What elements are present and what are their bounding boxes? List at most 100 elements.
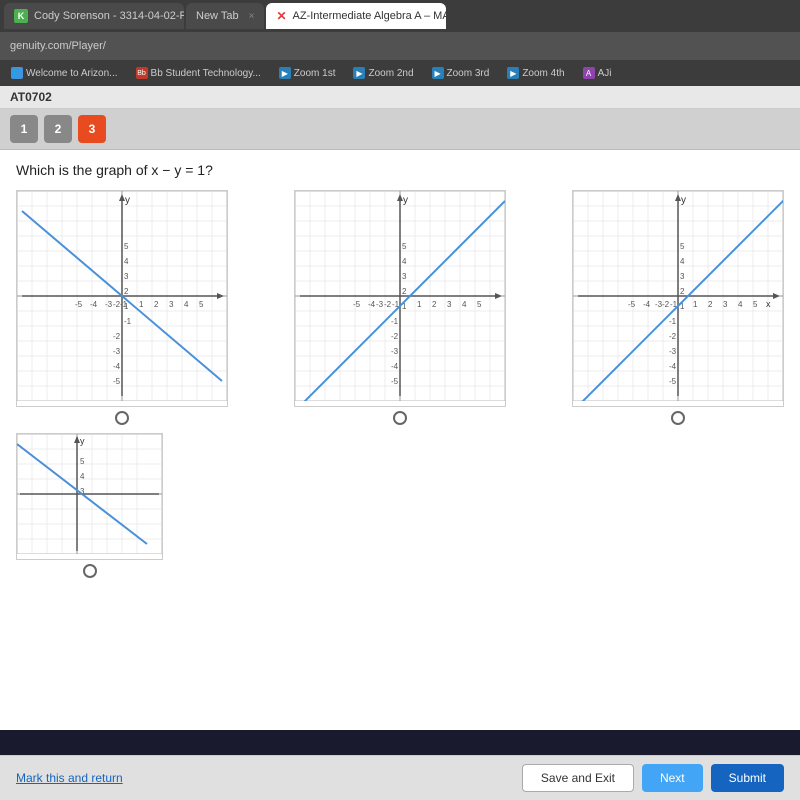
svg-text:5: 5 [402,242,407,251]
svg-text:3: 3 [723,300,728,309]
graphs-bottom-row: y 5 4 3 [16,433,784,578]
mark-link[interactable]: Mark this and return [16,771,123,785]
bookmark-aj-icon: A [583,67,595,79]
radio-b[interactable] [393,411,407,425]
bookmark-welcome-icon: 🌐 [11,67,23,79]
graph-d-svg: y 5 4 3 [17,434,162,554]
svg-text:x: x [766,299,771,309]
radio-c[interactable] [671,411,685,425]
svg-text:-1: -1 [120,300,128,309]
bookmark-zoom3-label: Zoom 3rd [447,68,490,79]
svg-text:2: 2 [402,287,407,296]
svg-text:2: 2 [708,300,713,309]
radio-d[interactable] [83,564,97,578]
svg-text:5: 5 [753,300,758,309]
bookmark-zoom4-icon: ▶ [507,67,519,79]
svg-text:-2: -2 [384,300,392,309]
nav-btn-3[interactable]: 3 [78,115,106,143]
footer-bar: Mark this and return Save and Exit Next … [0,755,800,800]
svg-text:y: y [125,195,130,206]
svg-text:-1: -1 [669,317,677,326]
radio-a[interactable] [115,411,129,425]
svg-text:y: y [80,436,85,446]
svg-text:4: 4 [462,300,467,309]
submit-button[interactable]: Submit [711,764,784,792]
svg-text:4: 4 [738,300,743,309]
svg-text:-4: -4 [643,300,651,309]
tab-3-label: AZ-Intermediate Algebra A – MA [293,10,447,22]
bookmark-zoom1-label: Zoom 1st [294,68,336,79]
bookmark-welcome-label: Welcome to Arizon... [26,68,118,79]
bookmark-zoom4-label: Zoom 4th [522,68,564,79]
page-id: AT0702 [10,90,52,104]
graph-d-container: y 5 4 3 [16,433,163,560]
svg-text:-2: -2 [113,332,121,341]
browser-chrome: K Cody Sorenson - 3314-04-02-Fisc × New … [0,0,800,86]
svg-text:2: 2 [124,287,129,296]
nav-btn-2[interactable]: 2 [44,115,72,143]
svg-text:y: y [681,195,686,206]
question-content: Which is the graph of x − y = 1? [0,150,800,730]
graph-b-svg: y 5 4 3 2 1 -1 -2 -3 -4 -5 -5 -4 -3 [295,191,505,401]
bookmark-aj-label: AJi [598,68,612,79]
tab-bar: K Cody Sorenson - 3314-04-02-Fisc × New … [0,0,800,32]
tab-1-label: Cody Sorenson - 3314-04-02-Fisc [34,10,184,22]
svg-text:5: 5 [199,300,204,309]
bookmark-zoom3[interactable]: ▶ Zoom 3rd [427,65,495,81]
nav-btn-1[interactable]: 1 [10,115,38,143]
bookmark-aj[interactable]: A AJi [578,65,617,81]
question-nav: 1 2 3 [0,109,800,150]
bookmark-zoom4[interactable]: ▶ Zoom 4th [502,65,569,81]
svg-text:-4: -4 [669,362,677,371]
svg-text:-3: -3 [669,347,677,356]
graph-option-d: y 5 4 3 [16,433,163,578]
svg-text:-3: -3 [376,300,384,309]
svg-text:3: 3 [402,272,407,281]
svg-text:5: 5 [124,242,129,251]
svg-text:2: 2 [154,300,159,309]
svg-text:5: 5 [80,457,85,466]
graph-c-svg: y x 5 4 3 2 1 -1 -2 -3 -4 -5 -5 -4 [573,191,783,401]
svg-text:3: 3 [169,300,174,309]
svg-text:3: 3 [447,300,452,309]
svg-text:-1: -1 [391,317,399,326]
svg-text:1: 1 [693,300,698,309]
svg-text:-3: -3 [105,300,113,309]
graph-option-b: y 5 4 3 2 1 -1 -2 -3 -4 -5 -5 -4 -3 [294,190,506,425]
tab-1[interactable]: K Cody Sorenson - 3314-04-02-Fisc × [4,3,184,29]
tab-3[interactable]: ✕ AZ-Intermediate Algebra A – MA × [266,3,446,29]
svg-text:-5: -5 [75,300,83,309]
svg-text:4: 4 [80,472,85,481]
tab-2-label: New Tab [196,10,239,22]
next-button[interactable]: Next [642,764,703,792]
bookmark-zoom3-icon: ▶ [432,67,444,79]
address-bar[interactable]: genuity.com/Player/ [0,32,800,60]
footer-buttons: Save and Exit Next Submit [522,764,784,792]
graph-option-c: y x 5 4 3 2 1 -1 -2 -3 -4 -5 -5 -4 [572,190,784,425]
bookmark-welcome[interactable]: 🌐 Welcome to Arizon... [6,65,123,81]
tab-2-close[interactable]: × [249,11,255,22]
bookmark-bb-label: Bb Student Technology... [151,68,261,79]
graph-a-container: y 5 4 3 2 1 -1 -2 -3 -4 -5 -5 [16,190,228,407]
bookmark-zoom2-icon: ▶ [353,67,365,79]
bookmark-bb[interactable]: Bb Bb Student Technology... [131,65,266,81]
svg-text:5: 5 [477,300,482,309]
svg-text:-2: -2 [391,332,399,341]
tab-icon-x: ✕ [276,9,286,23]
graphs-top-row: y 5 4 3 2 1 -1 -2 -3 -4 -5 -5 [16,190,784,425]
page-id-bar: AT0702 [0,86,800,109]
svg-text:3: 3 [680,272,685,281]
svg-text:5: 5 [680,242,685,251]
svg-text:-3: -3 [391,347,399,356]
svg-text:-5: -5 [669,377,677,386]
bookmark-zoom2[interactable]: ▶ Zoom 2nd [348,65,418,81]
graph-c-container: y x 5 4 3 2 1 -1 -2 -3 -4 -5 -5 -4 [572,190,784,407]
svg-text:-5: -5 [628,300,636,309]
tab-icon-k: K [14,9,28,23]
save-exit-button[interactable]: Save and Exit [522,764,634,792]
bookmark-zoom1[interactable]: ▶ Zoom 1st [274,65,341,81]
tab-2[interactable]: New Tab × [186,3,264,29]
svg-text:-4: -4 [391,362,399,371]
svg-text:-4: -4 [113,362,121,371]
svg-text:1: 1 [417,300,422,309]
